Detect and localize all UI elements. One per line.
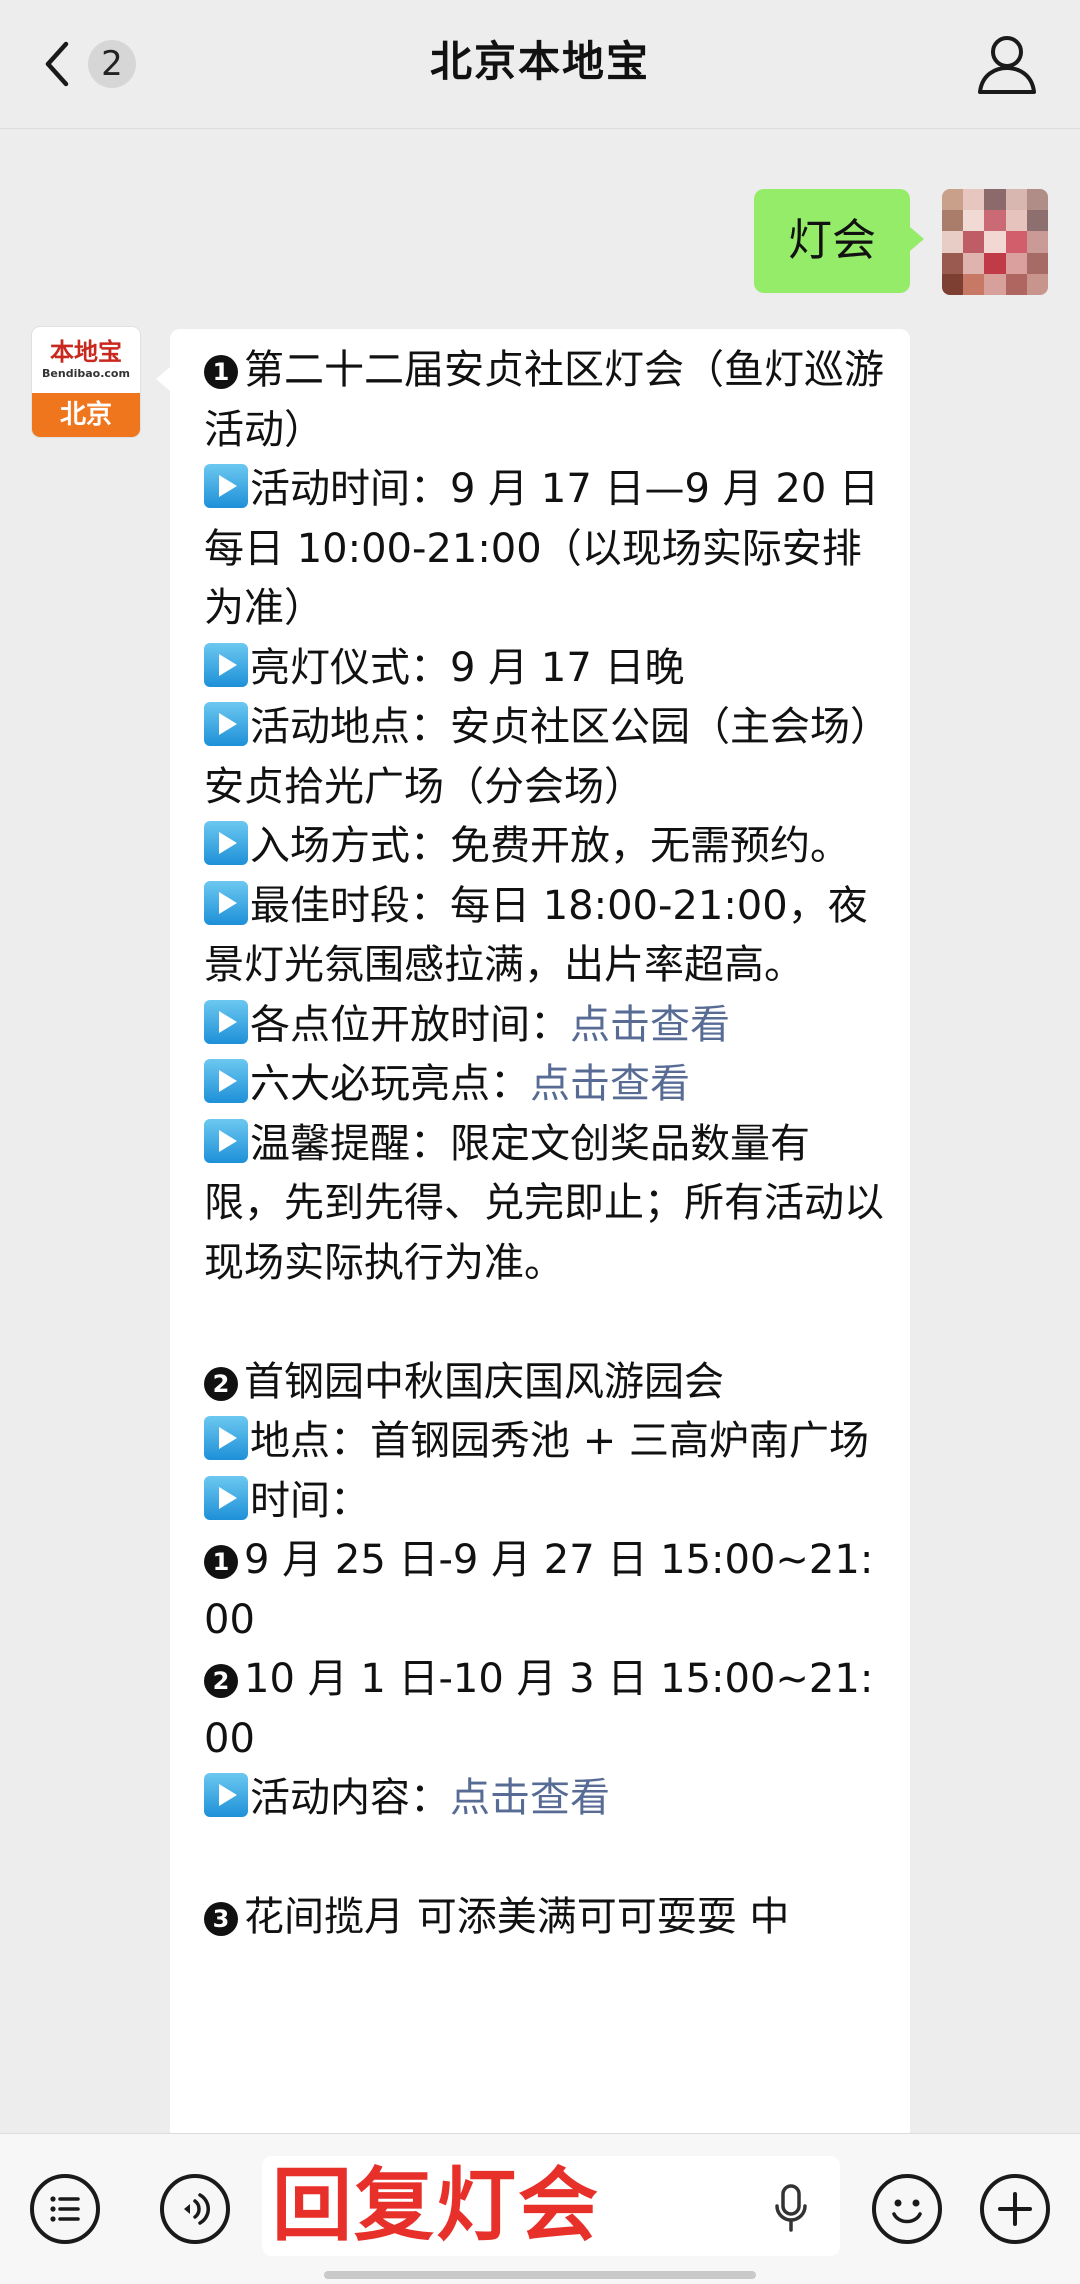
user-message-text: 灯会 <box>788 215 876 266</box>
play-icon <box>204 821 248 865</box>
play-icon <box>204 1773 248 1817</box>
item2-time1-line: 19 月 25 日-9 月 27 日 15:00~21:00 <box>204 1531 884 1650</box>
play-icon <box>204 642 248 687</box>
item2-place-line: 地点：首钢园秀池 + 三高炉南广场 <box>204 1412 884 1472</box>
item1-open-label: 各点位开放时间： <box>250 1001 570 1048</box>
chat-area[interactable]: 灯会 本地宝 Bendibao.com 北京 1 第二十二届安贞社区灯会（鱼灯巡游… <box>0 129 1080 2229</box>
user-message-bubble[interactable]: 灯会 <box>754 189 924 293</box>
microphone-icon[interactable] <box>774 2184 808 2232</box>
circled-number-icon: 2 <box>204 1366 238 1401</box>
item2-time-label: 时间： <box>250 1477 370 1524</box>
item1-place-line: 活动地点：安贞社区公园（主会场）安贞拾光广场（分会场） <box>204 698 884 817</box>
highlights-link[interactable]: 点击查看 <box>530 1061 690 1107</box>
voice-icon <box>184 2193 210 2225</box>
input-bar: 回复灯会 <box>0 2133 1080 2284</box>
item2-place: 地点：首钢园秀池 + 三高炉南广场 <box>250 1418 869 1464</box>
list-icon <box>50 2196 80 2222</box>
item1-place: 活动地点：安贞社区公园（主会场）安贞拾光广场（分会场） <box>204 704 870 810</box>
chat-title: 北京本地宝 <box>429 37 650 86</box>
plus-icon <box>998 2192 1032 2226</box>
item1-time: 活动时间：9 月 17 日—9 月 20 日每日 10:00-21:00（以现场… <box>204 466 879 631</box>
item1-entry-line: 入场方式：免费开放，无需预约。 <box>204 817 884 877</box>
item2-time-label-line: 时间： <box>204 1472 884 1532</box>
item2-title: 首钢园中秋国庆国风游园会 <box>244 1358 724 1405</box>
item1-open-line: 各点位开放时间：点击查看 <box>204 996 884 1056</box>
smiley-icon <box>892 2199 922 2224</box>
circled-number-icon: 3 <box>204 1902 238 1936</box>
circled-number-icon: 1 <box>204 1545 238 1579</box>
play-icon <box>204 702 248 746</box>
item1-tip-line: 温馨提醒：限定文创奖品数量有限，先到先得、兑完即止；所有活动以现场实际执行为准。 <box>204 1115 884 1294</box>
play-icon <box>204 464 248 508</box>
profile-button[interactable] <box>972 30 1042 100</box>
circled-number-icon: 2 <box>204 1664 238 1698</box>
item2-time1: 9 月 25 日-9 月 27 日 15:00~21:00 <box>204 1537 874 1643</box>
item3-title: 花间揽月 可添美满可可耍耍 中 <box>244 1894 790 1940</box>
emoji-button[interactable] <box>872 2174 942 2244</box>
message-input-value: 回复灯会 <box>272 2159 600 2252</box>
play-icon <box>204 1059 248 1103</box>
item1-heading: 1 第二十二届安贞社区灯会（鱼灯巡游活动） <box>204 341 884 460</box>
play-icon <box>204 1475 248 1520</box>
menu-button[interactable] <box>30 2174 100 2244</box>
item3-heading: 3 花间揽月 可添美满可可耍耍 中 <box>204 1888 884 1948</box>
voice-button[interactable] <box>160 2174 230 2244</box>
person-icon <box>978 36 1036 94</box>
play-icon <box>204 999 248 1044</box>
home-indicator <box>324 2271 756 2279</box>
user-avatar[interactable] <box>942 189 1048 295</box>
item1-tip: 温馨提醒：限定文创奖品数量有限，先到先得、兑完即止；所有活动以现场实际执行为准。 <box>204 1120 884 1286</box>
bendibao-avatar[interactable]: 本地宝 Bendibao.com 北京 <box>32 327 140 437</box>
circled-number-icon: 1 <box>204 355 238 389</box>
content-link[interactable]: 点击查看 <box>450 1775 610 1821</box>
item1-best-line: 最佳时段：每日 18:00-21:00，夜景灯光氛围感拉满，出片率超高。 <box>204 877 884 996</box>
more-button[interactable] <box>980 2174 1050 2244</box>
message-input[interactable]: 回复灯会 <box>262 2156 840 2256</box>
item1-time-line: 活动时间：9 月 17 日—9 月 20 日每日 10:00-21:00（以现场… <box>204 460 884 639</box>
play-icon <box>204 1416 248 1460</box>
item2-content-label: 活动内容： <box>250 1775 450 1821</box>
item1-title: 第二十二届安贞社区灯会（鱼灯巡游活动） <box>204 347 884 453</box>
open-times-link[interactable]: 点击查看 <box>570 1002 730 1048</box>
logo-text: 本地宝 <box>50 337 122 366</box>
play-icon <box>204 1118 248 1163</box>
item2-heading: 2 首钢园中秋国庆国风游园会 <box>204 1353 884 1413</box>
logo-subtext: Bendibao.com <box>42 367 130 380</box>
item1-light-line: 亮灯仪式：9 月 17 日晚 <box>204 639 884 699</box>
logo-city: 北京 <box>32 393 140 437</box>
item2-time2: 10 月 1 日-10 月 3 日 15:00~21:00 <box>204 1656 874 1762</box>
item1-highlights-label: 六大必玩亮点： <box>250 1061 530 1107</box>
item2-time2-line: 2 10 月 1 日-10 月 3 日 15:00~21:00 <box>204 1650 884 1769</box>
item1-light: 亮灯仪式：9 月 17 日晚 <box>250 644 685 691</box>
item1-highlights-line: 六大必玩亮点：点击查看 <box>204 1055 884 1115</box>
reply-message-bubble[interactable]: 1 第二十二届安贞社区灯会（鱼灯巡游活动） 活动时间：9 月 17 日—9 月 2… <box>156 329 910 2229</box>
play-icon <box>204 880 248 925</box>
chat-header: 2 北京本地宝 <box>0 0 1080 129</box>
item1-entry: 入场方式：免费开放，无需预约。 <box>250 823 850 869</box>
item2-content-line: 活动内容：点击查看 <box>204 1769 884 1829</box>
item1-best: 最佳时段：每日 18:00-21:00，夜景灯光氛围感拉满，出片率超高。 <box>204 882 868 989</box>
